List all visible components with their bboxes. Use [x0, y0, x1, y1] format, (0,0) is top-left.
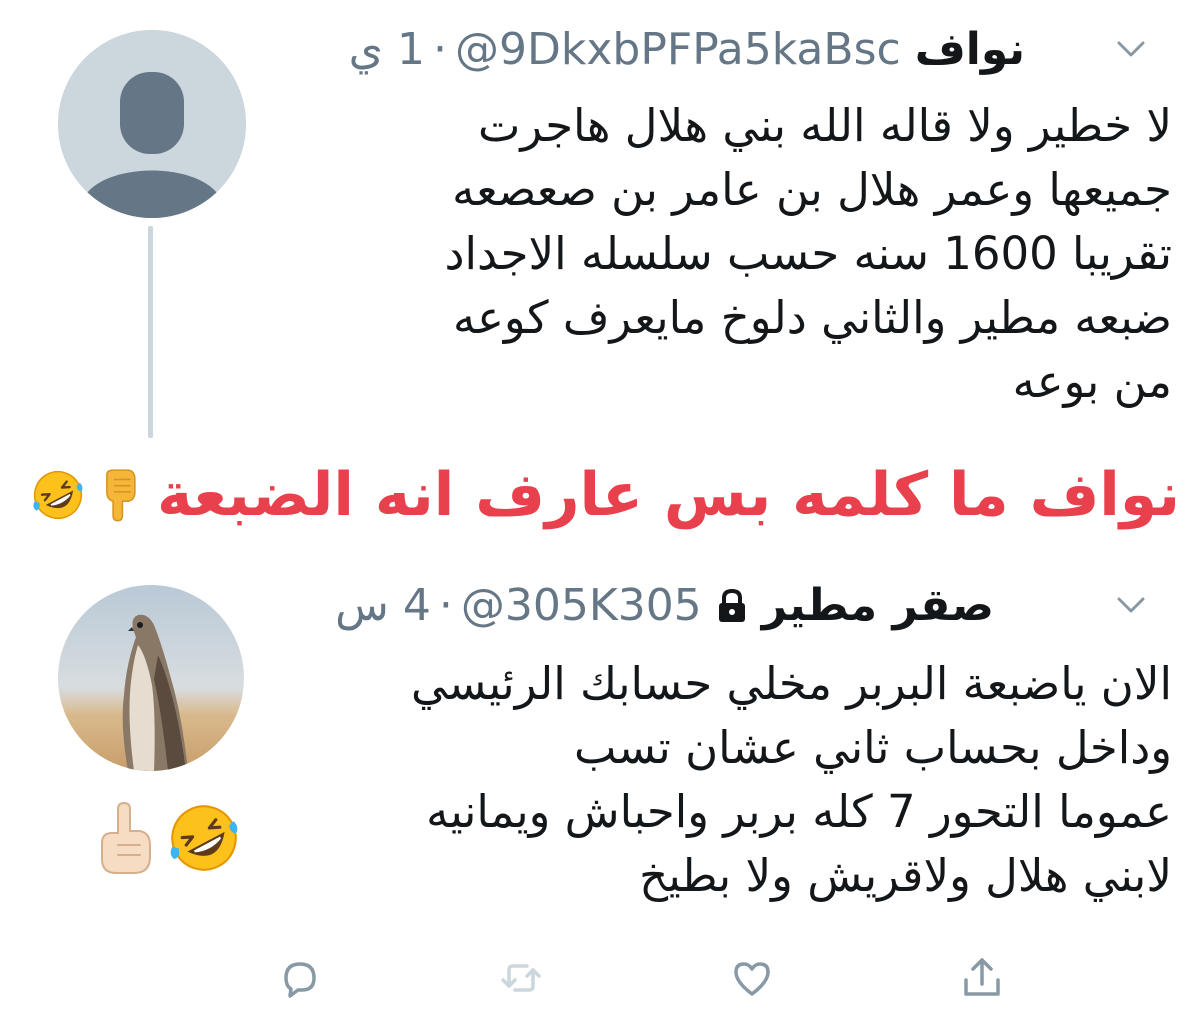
- pointing-up-hand-emoji: [101, 801, 151, 874]
- display-name[interactable]: صقر مطير: [762, 578, 994, 634]
- tweet-text-line: وداخل بحساب ثاني عشان تسب: [573, 721, 1172, 774]
- timestamp[interactable]: 4 س: [335, 578, 431, 634]
- pointing-down-hand-emoji: [106, 469, 136, 522]
- display-name[interactable]: نواف: [915, 22, 1025, 78]
- separator-dot: ·: [433, 24, 448, 75]
- thread-connector-line: [148, 226, 153, 438]
- username-handle[interactable]: @9DkxbPFPa5kaBsc: [455, 22, 901, 78]
- like-icon[interactable]: [728, 952, 776, 1004]
- tweet-text-line: من بوعه: [1012, 355, 1172, 408]
- chevron-down-icon[interactable]: [1114, 593, 1148, 617]
- tweet-text-line: لابني هلال ولاقريش ولا بطيخ: [639, 849, 1172, 902]
- tweet-text-line: جميعها وعمر هلال بن عامر بن صعصعه: [452, 163, 1172, 216]
- lock-icon: [718, 588, 745, 622]
- caption-overlay: نواف ما كلمه بس عارف انه الضبعة: [30, 455, 1180, 535]
- chevron-down-icon[interactable]: [1114, 37, 1148, 61]
- tweet-text-line: تقريبا 1600 سنه حسب سلسله الاجداد: [444, 227, 1172, 280]
- profile-avatar-falcon[interactable]: [58, 585, 244, 771]
- tweet-text-line: ضبعه مطير والثاني دلوخ مايعرف كوعه: [452, 291, 1172, 344]
- tweet-text-line: لا خطير ولا قاله الله بني هلال هاجرت: [478, 99, 1172, 152]
- tweet-header: صقر مطير @305K305 · 4 س: [335, 578, 994, 634]
- default-profile-icon: [58, 30, 246, 218]
- rolling-laughing-face-emoji: [33, 470, 83, 520]
- timestamp[interactable]: 1 ي: [349, 22, 425, 78]
- default-avatar[interactable]: [58, 30, 246, 218]
- tweet-header: نواف @9DkxbPFPa5kaBsc · 1 ي: [349, 22, 1025, 78]
- separator-dot: ·: [438, 580, 453, 631]
- tweet-text-line: عموما التحور 7 كله بربر واحباش ويمانيه: [426, 785, 1172, 838]
- falcon-photo: [58, 585, 244, 771]
- caption-text: نواف ما كلمه بس عارف انه الضبعة: [157, 460, 1180, 530]
- tweet-text-line: الان ياضبعة البربر مخلي حسابك الرئيسي: [410, 657, 1172, 710]
- reply-icon[interactable]: [276, 952, 324, 1004]
- tweet-emojis: [96, 800, 242, 876]
- tweet-text: الان ياضبعة البربر مخلي حسابك الرئيسي ود…: [272, 652, 1172, 908]
- rolling-laughing-face-emoji: [170, 805, 238, 871]
- username-handle[interactable]: @305K305: [461, 578, 702, 634]
- tweet-text: لا خطير ولا قاله الله بني هلال هاجرت جمي…: [272, 94, 1172, 414]
- share-icon[interactable]: [958, 952, 1006, 1004]
- retweet-icon[interactable]: [497, 952, 545, 1004]
